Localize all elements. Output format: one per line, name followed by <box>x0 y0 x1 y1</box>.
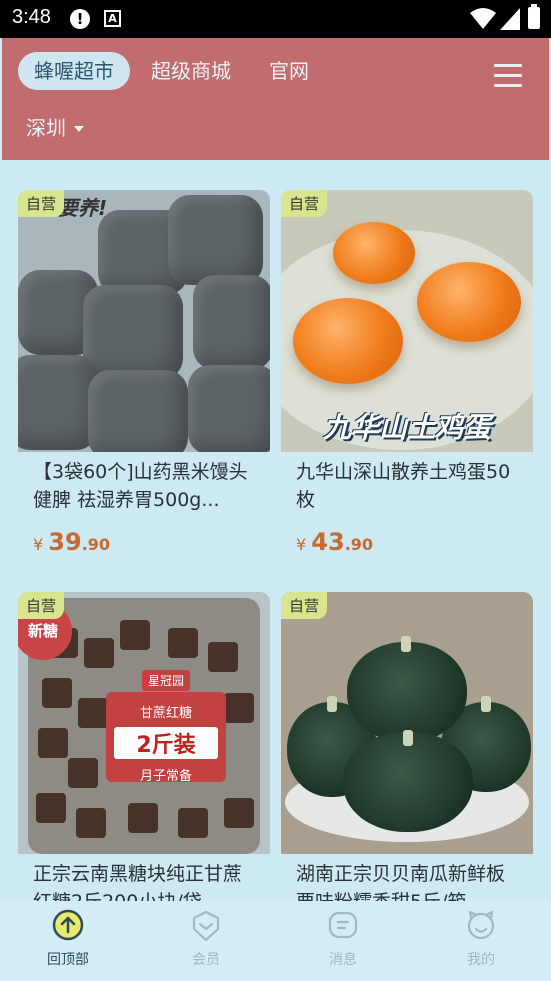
image-caption: 九华山土鸡蛋 <box>322 411 491 444</box>
wifi-icon <box>470 8 496 29</box>
app-screen: 蜂喔超市 超级商城 官网 深圳 自营 要养! 【3袋60个]山药黑米馒头健脾 祛… <box>0 38 551 981</box>
package-label-bottom: 月子常备 <box>139 769 192 784</box>
nav-label: 消息 <box>329 952 357 968</box>
product-card[interactable]: 自营 九华山土鸡蛋 九华山深山散养土鸡蛋50枚 ¥ 43.90 <box>281 190 533 556</box>
currency-symbol: ¥ <box>296 535 307 554</box>
signal-icon <box>500 8 520 30</box>
package-label: 甘蔗红糖 2斤装 月子常备 <box>106 692 226 784</box>
nav-messages[interactable]: 消息 <box>293 909 393 969</box>
nav-profile[interactable]: 我的 <box>431 909 531 969</box>
arrow-up-icon <box>52 909 84 941</box>
product-card[interactable]: 自营 新糖 星冠园 甘蔗红糖 2斤装 月子常备 正宗云南黑糖块纯正甘蔗 <box>18 592 270 913</box>
price-decimal: .90 <box>344 535 374 554</box>
nav-label: 会员 <box>192 952 220 968</box>
product-image: 自营 新糖 星冠园 甘蔗红糖 2斤装 月子常备 <box>18 592 270 854</box>
product-price: ¥ 39.90 <box>33 528 110 556</box>
image-caption: 要养! <box>58 196 108 220</box>
caret-down-icon <box>74 125 84 132</box>
member-icon <box>192 910 220 941</box>
product-image: 自营 九华山土鸡蛋 <box>281 190 533 452</box>
tab-official-site[interactable]: 官网 <box>269 52 309 90</box>
battery-icon <box>528 4 540 29</box>
product-card[interactable]: 自营 要养! 【3袋60个]山药黑米馒头健脾 祛湿养胃500g... ¥ 39.… <box>18 190 270 556</box>
bottom-nav: 回顶部 会员 消息 我的 <box>0 901 551 981</box>
price-integer: 39 <box>48 528 82 556</box>
nav-back-to-top[interactable]: 回顶部 <box>18 909 118 969</box>
alert-icon: ! <box>70 9 90 29</box>
message-icon <box>328 911 358 939</box>
nav-label: 我的 <box>467 952 495 968</box>
product-price: ¥ 43.90 <box>296 528 373 556</box>
price-decimal: .90 <box>81 535 111 554</box>
status-bar: 3:48 ! A <box>0 0 551 38</box>
product-image: 自营 <box>281 592 533 854</box>
product-image: 自营 要养! <box>18 190 270 452</box>
nav-label: 回顶部 <box>47 952 89 968</box>
package-label-top: 甘蔗红糖 <box>139 706 192 721</box>
package-label-main: 2斤装 <box>114 727 218 759</box>
self-operated-badge: 自营 <box>281 592 328 619</box>
brand-tag: 星冠园 <box>142 670 191 691</box>
self-operated-badge: 自营 <box>281 190 328 217</box>
self-operated-badge: 自营 <box>18 190 65 217</box>
nav-member[interactable]: 会员 <box>156 909 256 969</box>
header: 蜂喔超市 超级商城 官网 深圳 <box>2 38 549 160</box>
self-operated-badge: 自营 <box>18 592 65 619</box>
product-title: 九华山深山散养土鸡蛋50枚 <box>296 461 511 511</box>
city-selector[interactable]: 深圳 <box>26 112 84 141</box>
product-title: 【3袋60个]山药黑米馒头健脾 祛湿养胃500g... <box>33 461 248 511</box>
hamburger-menu-icon[interactable] <box>494 64 522 88</box>
status-time: 3:48 <box>12 6 51 28</box>
tab-super-mall[interactable]: 超级商城 <box>151 52 231 90</box>
currency-symbol: ¥ <box>33 535 44 554</box>
price-integer: 43 <box>311 528 345 556</box>
profile-icon <box>467 910 495 940</box>
city-label: 深圳 <box>26 116 66 140</box>
tab-supermarket[interactable]: 蜂喔超市 <box>18 52 130 90</box>
product-card[interactable]: 自营 湖南正宗贝贝南瓜新鲜板栗味粉糯香甜5斤/箱 <box>281 592 533 913</box>
a-notification-icon: A <box>104 10 121 27</box>
